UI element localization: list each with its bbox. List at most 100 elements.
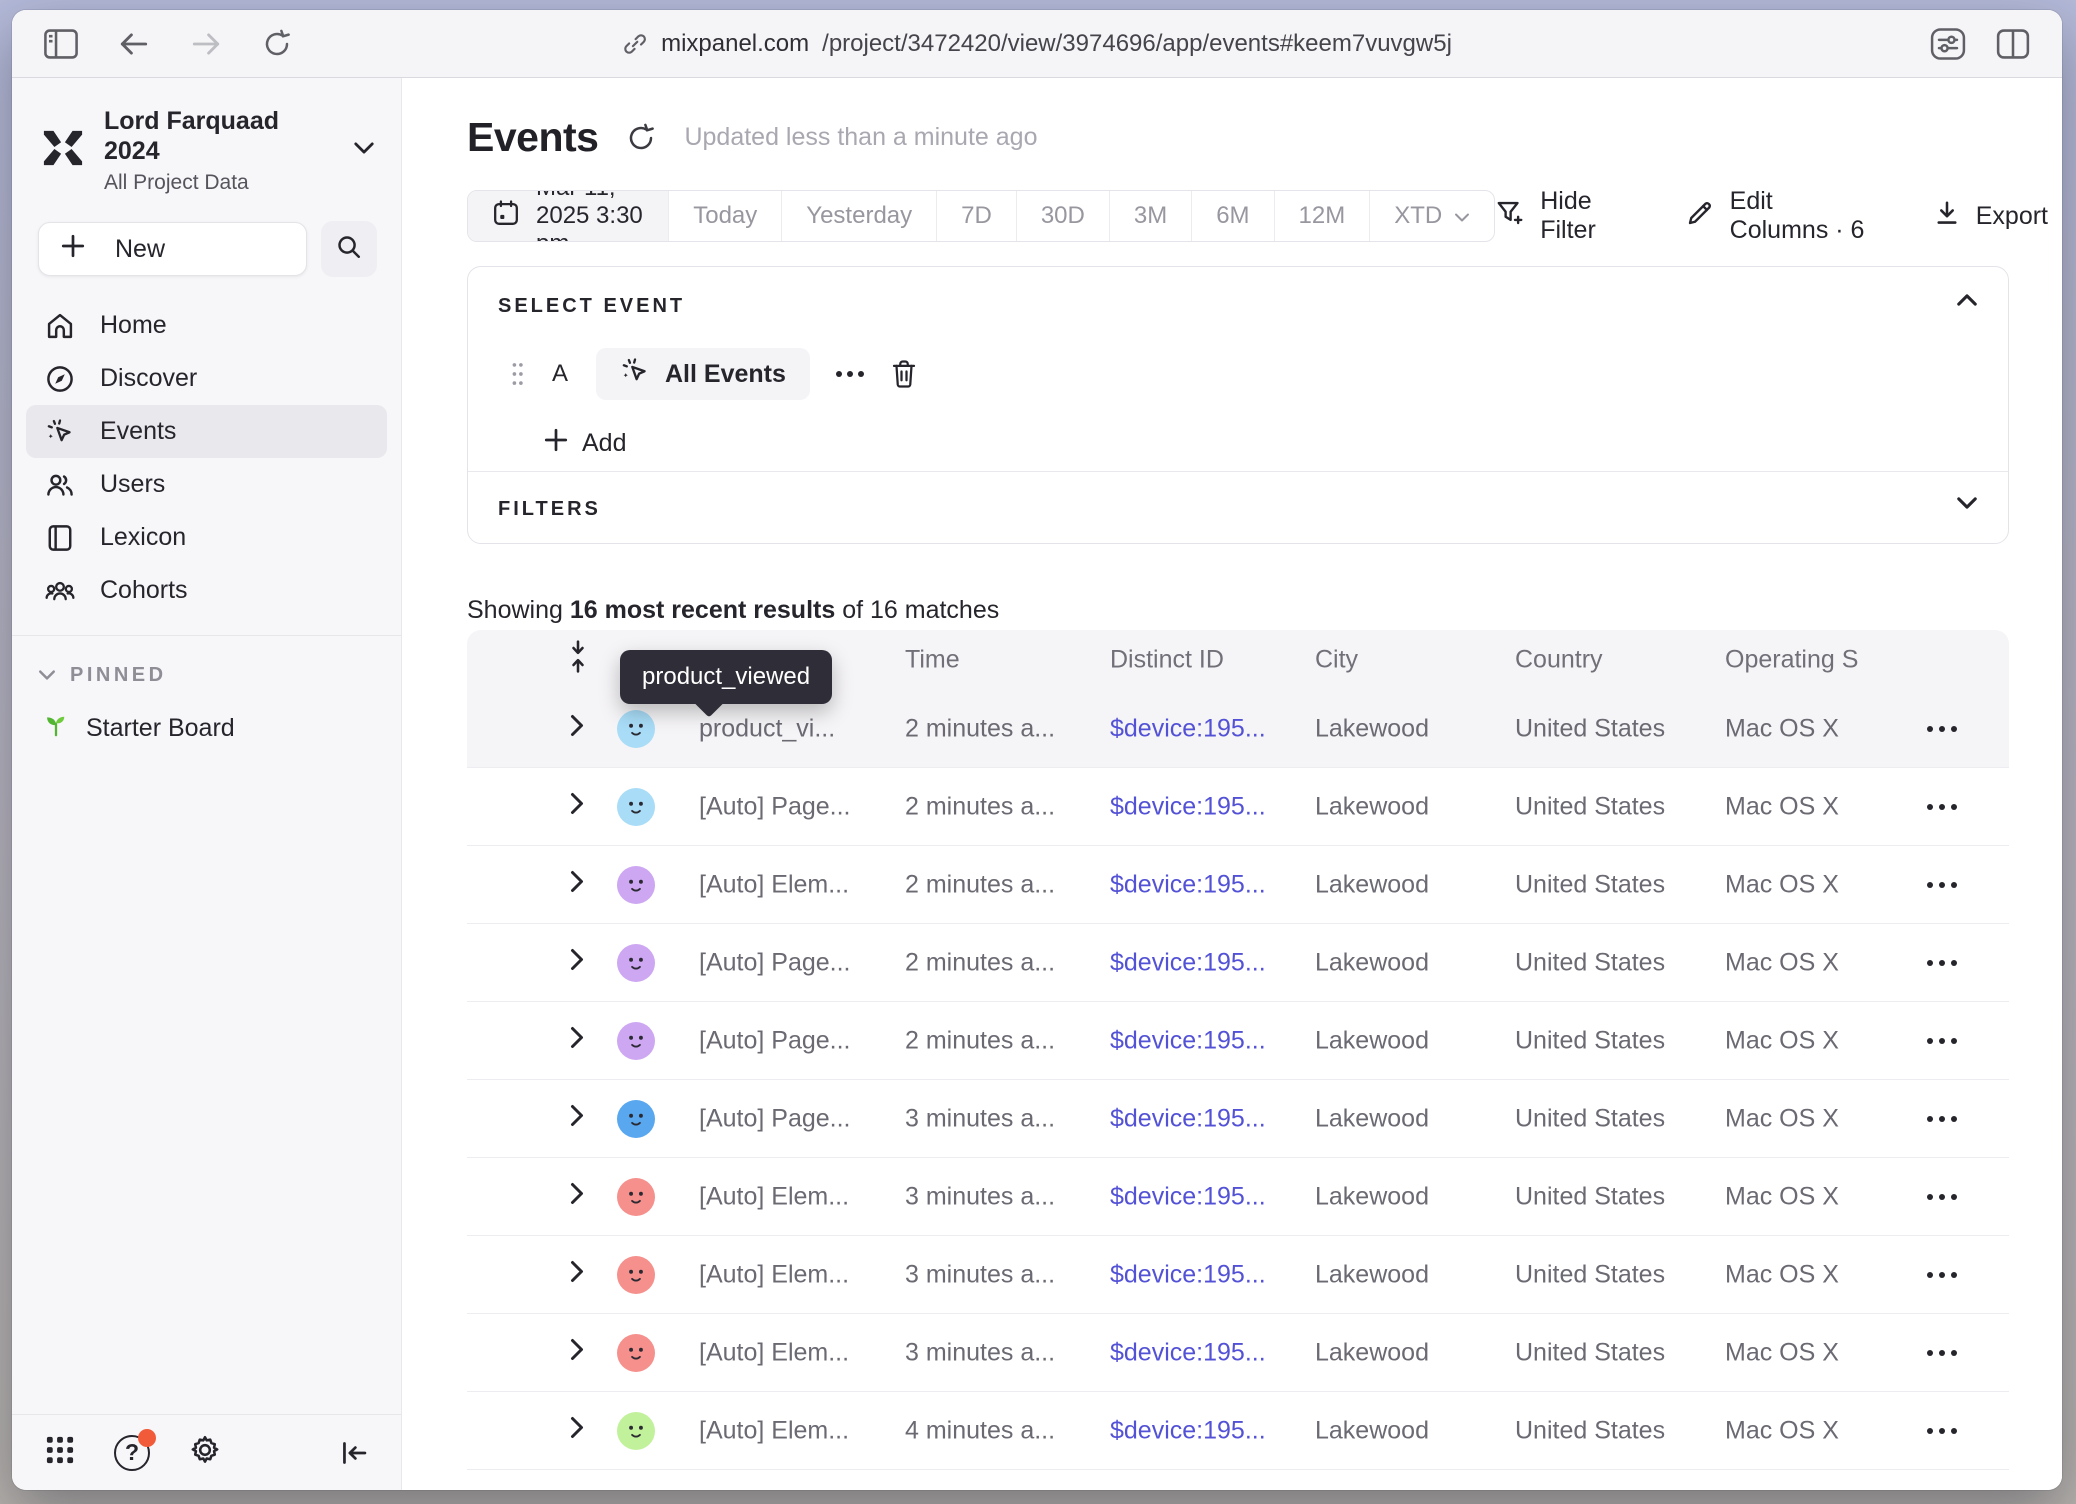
table-row[interactable]: [Auto] Page... 2 minutes a... $device:19… [467,768,2009,846]
gear-icon[interactable] [188,1433,222,1472]
row-actions-icon[interactable] [1927,1038,1957,1044]
event-time: 2 minutes a... [905,948,1055,977]
expand-row-chevron[interactable] [569,1415,585,1446]
table-row[interactable]: [Auto] Page... 2 minutes a... $device:19… [467,924,2009,1002]
reload-icon[interactable] [262,29,292,59]
help-icon[interactable]: ? [114,1435,150,1471]
expand-row-chevron[interactable] [569,1025,585,1056]
distinct-id-link[interactable]: $device:195... [1110,792,1266,821]
edit-columns-button[interactable]: Edit Columns · 6 [1685,187,1875,245]
event-tooltip: product_viewed [620,650,832,704]
range-6m[interactable]: 6M [1191,191,1273,241]
expand-row-chevron[interactable] [569,1181,585,1212]
range-today[interactable]: Today [668,191,781,241]
row-actions-icon[interactable] [1927,960,1957,966]
range-3m[interactable]: 3M [1109,191,1191,241]
distinct-id-link[interactable]: $device:195... [1110,1338,1266,1367]
table-row[interactable]: [Auto] Elem... 3 minutes a... $device:19… [467,1236,2009,1314]
event-time: 3 minutes a... [905,1182,1055,1211]
sidebar-item-label: Discover [100,364,197,393]
table-row[interactable]: [Auto] Page... 2 minutes a... $device:19… [467,1002,2009,1080]
distinct-id-link[interactable]: $device:195... [1110,948,1266,977]
expand-row-chevron[interactable] [569,791,585,822]
date-range-control: Mar 11, 2025 3:30 pm Today Yesterday 7D … [467,190,1495,242]
row-actions-icon[interactable] [1927,882,1957,888]
refresh-icon[interactable] [626,123,656,153]
sidebar-toggle-icon[interactable] [44,29,78,59]
drag-handle-icon[interactable] [510,361,524,387]
more-options-icon[interactable] [836,371,864,377]
row-actions-icon[interactable] [1927,1116,1957,1122]
new-button[interactable]: New [38,222,307,276]
table-row[interactable]: [Auto] Elem... 3 minutes a... $device:19… [467,1314,2009,1392]
sort-icon[interactable] [567,640,589,681]
table-row[interactable]: [Auto] Page... 3 minutes a... $device:19… [467,1080,2009,1158]
collapse-sidebar-icon[interactable] [339,1439,369,1467]
pinned-section-header[interactable]: PINNED [12,636,401,695]
row-actions-icon[interactable] [1927,1350,1957,1356]
add-event-button[interactable]: Add [544,428,1978,459]
table-row[interactable]: [Auto] Elem... 3 minutes a... $device:19… [467,1158,2009,1236]
back-button-icon[interactable] [118,31,150,57]
event-avatar [617,1256,655,1294]
date-range-picker[interactable]: Mar 11, 2025 3:30 pm [468,191,668,241]
range-30d[interactable]: 30D [1016,191,1109,241]
distinct-id-link[interactable]: $device:195... [1110,714,1266,743]
distinct-id-link[interactable]: $device:195... [1110,1260,1266,1289]
expand-row-chevron[interactable] [569,1259,585,1290]
row-actions-icon[interactable] [1927,1428,1957,1434]
distinct-id-link[interactable]: $device:195... [1110,1416,1266,1445]
table-row[interactable] [467,1470,2009,1490]
export-button[interactable]: Export [1933,199,2048,234]
range-yesterday[interactable]: Yesterday [781,191,936,241]
event-country: United States [1515,948,1665,977]
row-actions-icon[interactable] [1927,804,1957,810]
collapse-section-icon[interactable] [1956,293,1978,312]
event-os: Mac OS X [1725,1104,1839,1133]
expand-row-chevron[interactable] [569,1337,585,1368]
sidebar-item-lexicon[interactable]: Lexicon [26,511,387,564]
url-path: /project/3472420/view/3974696/app/events… [822,30,1452,58]
expand-row-chevron[interactable] [569,869,585,900]
column-header-os[interactable]: Operating S [1725,646,1858,675]
expand-row-chevron[interactable] [569,1103,585,1134]
column-header-country[interactable]: Country [1515,646,1603,675]
hide-filter-button[interactable]: Hide Filter [1495,187,1626,245]
sidebar-item-users[interactable]: Users [26,458,387,511]
range-7d[interactable]: 7D [936,191,1016,241]
sidebar-item-cohorts[interactable]: Cohorts [26,564,387,617]
event-selector[interactable]: All Events [596,348,810,400]
sidebar-item-events[interactable]: Events [26,405,387,458]
column-header-time[interactable]: Time [905,646,960,675]
distinct-id-link[interactable]: $device:195... [1110,870,1266,899]
apps-grid-icon[interactable] [44,1434,76,1471]
event-name: [Auto] Elem... [699,1338,849,1367]
distinct-id-link[interactable]: $device:195... [1110,1026,1266,1055]
forward-button-icon[interactable] [190,31,222,57]
expand-section-icon[interactable] [1956,496,1978,515]
range-12m[interactable]: 12M [1274,191,1370,241]
project-switcher[interactable]: Lord Farquaad 2024 All Project Data [12,78,401,205]
column-header-distinct-id[interactable]: Distinct ID [1110,646,1224,675]
row-actions-icon[interactable] [1927,1194,1957,1200]
row-actions-icon[interactable] [1927,726,1957,732]
table-row[interactable]: [Auto] Elem... 4 minutes a... $device:19… [467,1392,2009,1470]
row-actions-icon[interactable] [1927,1272,1957,1278]
event-city: Lakewood [1315,714,1429,743]
delete-event-icon[interactable] [890,359,918,389]
column-header-city[interactable]: City [1315,646,1358,675]
table-row[interactable]: [Auto] Elem... 2 minutes a... $device:19… [467,846,2009,924]
chevron-down-icon [38,664,56,687]
sidebar-item-home[interactable]: Home [26,299,387,352]
distinct-id-link[interactable]: $device:195... [1110,1182,1266,1211]
sidebar-item-starter-board[interactable]: Starter Board [12,695,401,762]
address-bar[interactable]: mixpanel.com/project/3472420/view/397469… [622,30,1452,58]
expand-row-chevron[interactable] [569,713,585,744]
distinct-id-link[interactable]: $device:195... [1110,1104,1266,1133]
search-button[interactable] [321,221,377,277]
page-settings-icon[interactable] [1930,27,1966,61]
sidebar-item-discover[interactable]: Discover [26,352,387,405]
split-view-icon[interactable] [1996,28,2030,60]
expand-row-chevron[interactable] [569,947,585,978]
range-xtd[interactable]: XTD [1369,191,1494,241]
